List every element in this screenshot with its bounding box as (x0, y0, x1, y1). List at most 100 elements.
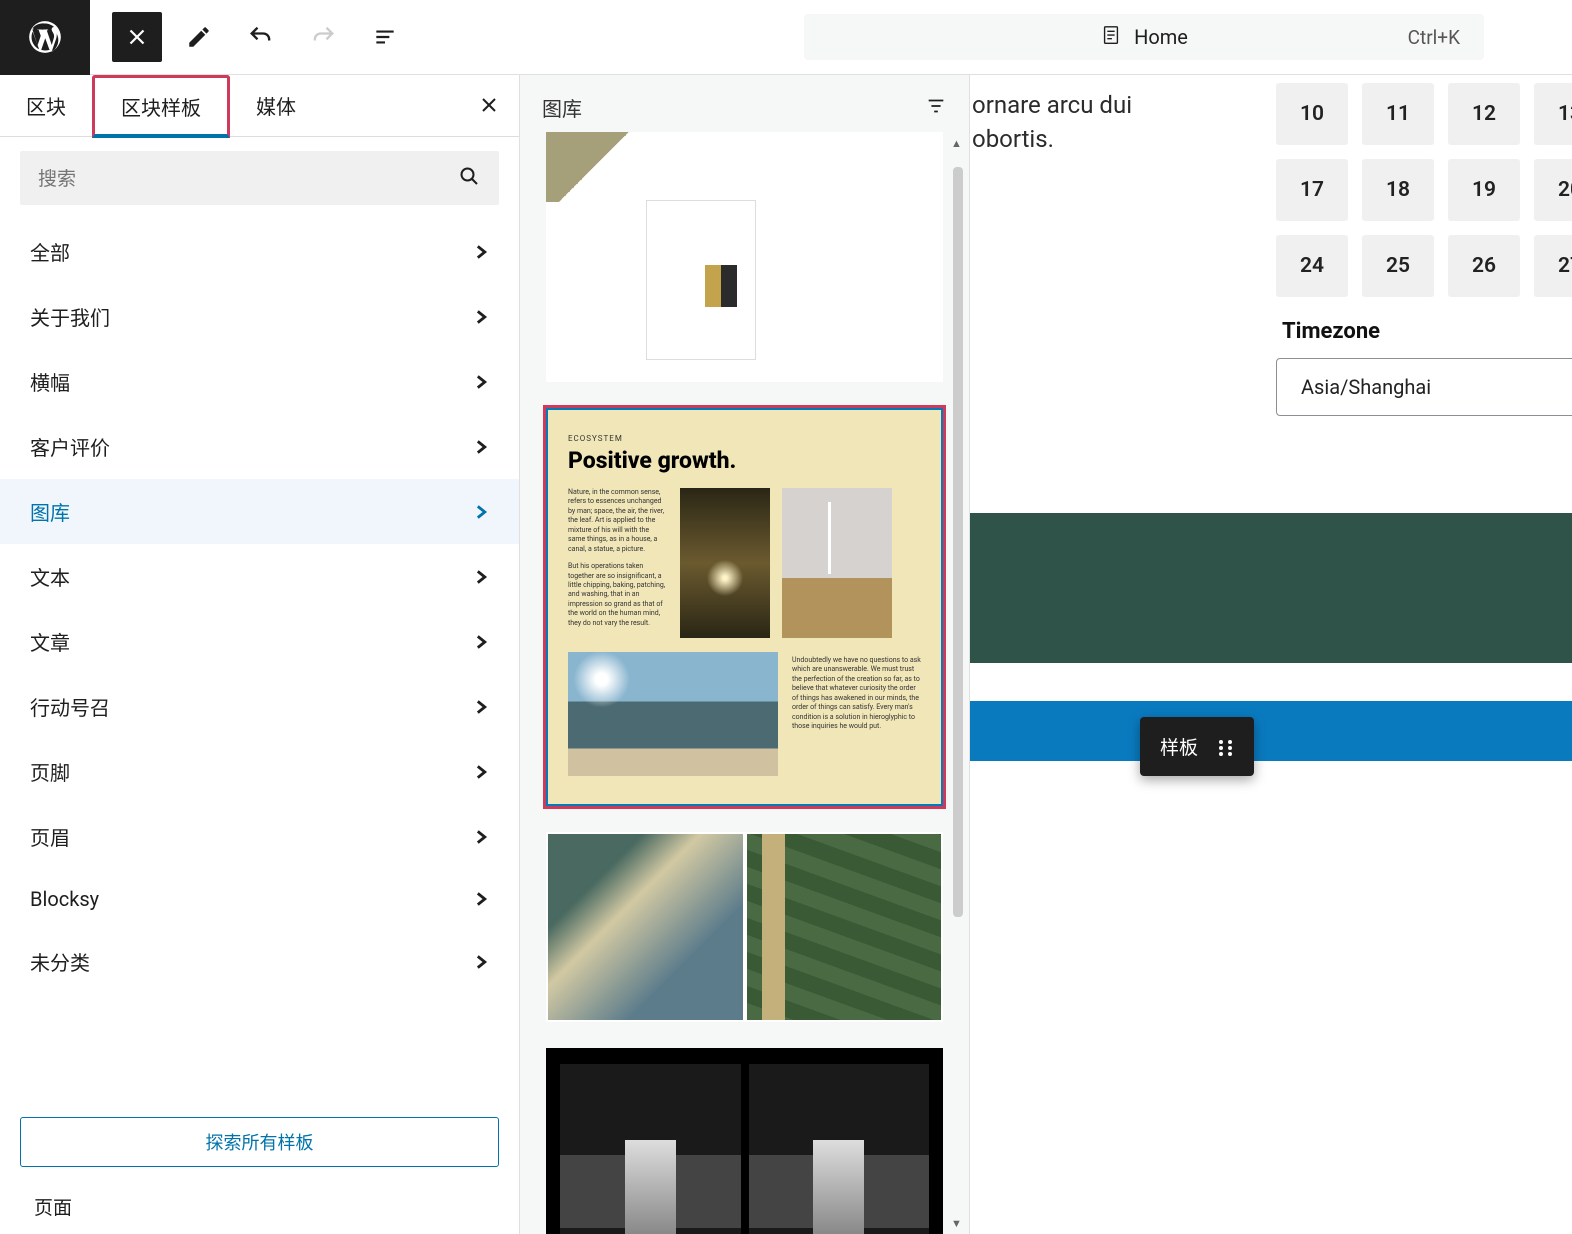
redo-button[interactable] (298, 12, 348, 62)
pattern-body-text: Nature, in the common sense, refers to e… (568, 488, 668, 554)
pattern-image-beach (568, 652, 778, 776)
command-k-shortcut: Ctrl+K (1408, 26, 1460, 49)
pattern-category-list: 全部 关于我们 横幅 客户评价 图库 文本 文章 行动号召 页脚 页眉 Bloc… (0, 219, 519, 1105)
decorative-image (560, 1064, 741, 1234)
calendar-day[interactable]: 26 (1448, 235, 1520, 297)
chevron-right-icon (475, 695, 489, 719)
chevron-right-icon (475, 887, 489, 911)
cat-label: 页眉 (30, 822, 70, 851)
canvas-blue-section (970, 701, 1572, 761)
calendar-widget: 10 11 12 13 17 18 19 20 24 25 26 27 Time… (1276, 83, 1572, 416)
chevron-right-icon (475, 825, 489, 849)
pattern-heading: Positive growth. (568, 447, 921, 474)
decorative-image (548, 834, 743, 1020)
calendar-day[interactable]: 17 (1276, 159, 1348, 221)
pattern-preview-4[interactable] (546, 1048, 943, 1234)
pattern-body-text: But his operations taken together are so… (568, 562, 668, 628)
search-icon[interactable] (457, 164, 481, 193)
cat-banner[interactable]: 横幅 (0, 349, 519, 414)
pattern-text-col: Nature, in the common sense, refers to e… (568, 488, 668, 638)
page-icon (1100, 24, 1122, 50)
calendar-day[interactable]: 10 (1276, 83, 1348, 145)
close-tabs-icon[interactable] (477, 93, 501, 121)
popover-label: 样板 (1160, 733, 1198, 760)
canvas-paragraph: ornare arcu dui obortis. (972, 89, 1132, 156)
document-title: Home (1134, 25, 1188, 49)
cat-uncategorized[interactable]: 未分类 (0, 929, 519, 994)
cat-label: 关于我们 (30, 302, 110, 331)
chevron-right-icon (475, 950, 489, 974)
decorative-image (747, 834, 942, 1020)
calendar-day[interactable]: 18 (1362, 159, 1434, 221)
timezone-select[interactable]: Asia/Shanghai (1276, 358, 1572, 416)
panel-title: 图库 (542, 93, 582, 122)
pattern-preview-3[interactable] (546, 832, 943, 1022)
calendar-day[interactable]: 13 (1534, 83, 1572, 145)
search-input-wrapper (20, 151, 499, 205)
cat-testimonial[interactable]: 客户评价 (0, 414, 519, 479)
filter-icon[interactable] (925, 95, 947, 121)
cat-label: 未分类 (30, 947, 90, 976)
block-toolbar-popover[interactable]: 样板 (1140, 717, 1254, 776)
document-overview-button[interactable] (360, 12, 410, 62)
pattern-preview-panel: 图库 ▲ ▼ ECOSYSTEM Positive growth. Nature… (520, 75, 970, 1234)
calendar-day[interactable]: 24 (1276, 235, 1348, 297)
calendar-day[interactable]: 11 (1362, 83, 1434, 145)
undo-button[interactable] (236, 12, 286, 62)
cat-label: 全部 (30, 237, 70, 266)
cat-about[interactable]: 关于我们 (0, 284, 519, 349)
pattern-image-windmill (782, 488, 892, 638)
inserter-tabs: 区块 区块样板 媒体 (0, 75, 519, 137)
wordpress-logo[interactable] (0, 0, 90, 75)
tab-blocks[interactable]: 区块 (0, 75, 92, 136)
calendar-day[interactable]: 27 (1534, 235, 1572, 297)
pattern-image-forest (680, 488, 770, 638)
chevron-right-icon (475, 500, 489, 524)
decorative-image (546, 132, 642, 202)
cat-label: 文本 (30, 562, 70, 591)
canvas-green-section (970, 513, 1572, 663)
cat-label: 横幅 (30, 367, 70, 396)
pattern-preview-positive-growth[interactable]: ECOSYSTEM Positive growth. Nature, in th… (546, 408, 943, 806)
editor-topbar: Home Ctrl+K (0, 0, 1572, 75)
cat-label: 页脚 (30, 757, 70, 786)
calendar-day[interactable]: 20 (1534, 159, 1572, 221)
calendar-day[interactable]: 12 (1448, 83, 1520, 145)
cat-label: Blocksy (30, 887, 99, 911)
pattern-preview-1[interactable] (546, 132, 943, 382)
cat-gallery[interactable]: 图库 (0, 479, 519, 544)
calendar-day[interactable]: 19 (1448, 159, 1520, 221)
footer-page-label: 页面 (0, 1179, 519, 1234)
chevron-right-icon (475, 760, 489, 784)
explore-all-patterns-button[interactable]: 探索所有样板 (20, 1117, 499, 1167)
cat-text[interactable]: 文本 (0, 544, 519, 609)
chevron-right-icon (475, 370, 489, 394)
cat-label: 文章 (30, 627, 70, 656)
cat-footer[interactable]: 页脚 (0, 739, 519, 804)
pattern-tag: ECOSYSTEM (568, 434, 921, 443)
cat-all[interactable]: 全部 (0, 219, 519, 284)
tab-patterns[interactable]: 区块样板 (92, 75, 230, 138)
close-inserter-button[interactable] (112, 12, 162, 62)
tab-media[interactable]: 媒体 (230, 75, 322, 136)
chevron-right-icon (475, 435, 489, 459)
chevron-right-icon (475, 565, 489, 589)
chevron-right-icon (475, 305, 489, 329)
pattern-body-text: Undoubtedly we have no questions to ask … (792, 652, 921, 776)
cat-blocksy[interactable]: Blocksy (0, 869, 519, 929)
decorative-image (646, 200, 756, 360)
cat-posts[interactable]: 文章 (0, 609, 519, 674)
document-title-bar[interactable]: Home Ctrl+K (804, 14, 1484, 60)
calendar-day[interactable]: 25 (1362, 235, 1434, 297)
edit-tool-button[interactable] (174, 12, 224, 62)
cat-label: 图库 (30, 497, 70, 526)
cat-cta[interactable]: 行动号召 (0, 674, 519, 739)
inserter-sidebar: 区块 区块样板 媒体 全部 关于我们 横幅 客户评价 图库 文本 文章 行动号召 (0, 75, 520, 1234)
editor-canvas[interactable]: ornare arcu dui obortis. 10 11 12 13 17 … (970, 75, 1572, 1234)
drag-handle-icon[interactable] (1216, 738, 1234, 756)
cat-label: 行动号召 (30, 692, 110, 721)
search-input[interactable] (38, 167, 457, 190)
body-text: obortis. (972, 125, 1054, 153)
cat-label: 客户评价 (30, 432, 110, 461)
cat-header[interactable]: 页眉 (0, 804, 519, 869)
